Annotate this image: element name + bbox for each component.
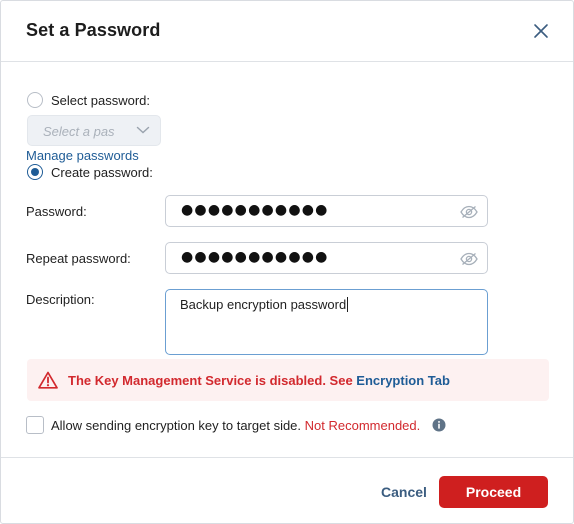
proceed-button[interactable]: Proceed — [439, 476, 548, 508]
send-key-checkbox[interactable] — [26, 416, 44, 434]
dialog-title: Set a Password — [26, 20, 161, 40]
not-recommended-text: Not Recommended. — [304, 418, 421, 433]
set-password-dialog: Set a Password Select password: Select a… — [0, 0, 574, 524]
password-value: ●●●●●●●●●●● — [181, 202, 329, 218]
create-password-label: Create password: — [51, 165, 153, 180]
repeat-password-label: Repeat password: — [26, 251, 131, 266]
manage-passwords-link[interactable]: Manage passwords — [26, 148, 139, 163]
password-label: Password: — [26, 204, 87, 219]
description-field[interactable]: Backup encryption password — [165, 289, 488, 355]
dialog-header: Set a Password — [1, 1, 573, 62]
alert-message: The Key Management Service is disabled. … — [68, 373, 357, 388]
footer-divider — [1, 457, 573, 458]
text-caret — [347, 297, 349, 312]
warning-triangle-icon — [38, 371, 58, 389]
password-select-placeholder: Select a pas — [43, 124, 115, 139]
select-password-label: Select password: — [51, 93, 150, 108]
password-field[interactable]: ●●●●●●●●●●● — [165, 195, 488, 227]
chevron-down-icon — [136, 126, 150, 134]
repeat-password-field[interactable]: ●●●●●●●●●●● — [165, 242, 488, 274]
cancel-button[interactable]: Cancel — [373, 477, 435, 507]
select-password-radio[interactable] — [27, 92, 43, 108]
kms-disabled-alert: The Key Management Service is disabled. … — [27, 359, 549, 401]
eye-icon[interactable] — [460, 252, 478, 266]
eye-icon[interactable] — [460, 205, 478, 219]
repeat-password-value: ●●●●●●●●●●● — [181, 249, 329, 265]
description-label: Description: — [26, 292, 95, 307]
password-select[interactable]: Select a pas — [27, 115, 161, 146]
encryption-tab-link[interactable]: Encryption Tab — [356, 373, 450, 388]
close-icon — [534, 24, 548, 38]
close-button[interactable] — [531, 21, 551, 41]
create-password-radio[interactable] — [27, 164, 43, 180]
send-key-label: Allow sending encryption key to target s… — [51, 418, 305, 433]
info-icon[interactable] — [432, 418, 446, 432]
description-value: Backup encryption password — [180, 297, 347, 312]
